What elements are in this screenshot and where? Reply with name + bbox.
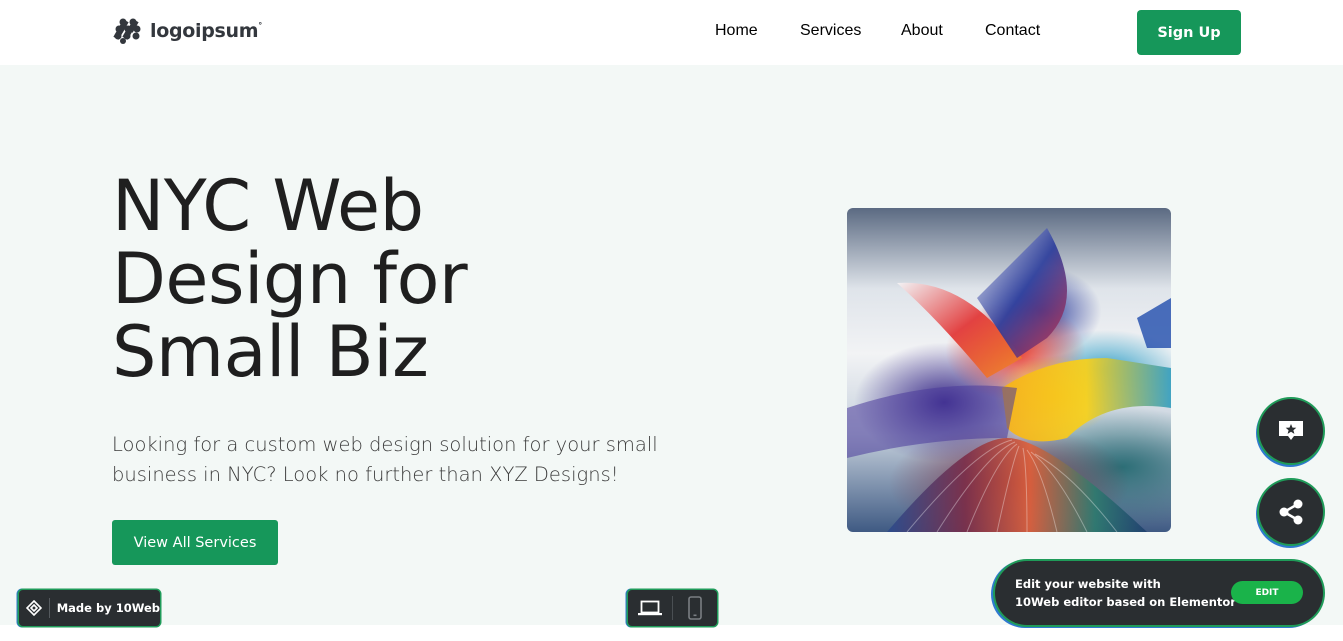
- desktop-view-button[interactable]: [628, 590, 672, 626]
- hero-description: Looking for a custom web design solution…: [112, 433, 658, 486]
- share-button[interactable]: [1259, 480, 1323, 544]
- editor-promo-line: Edit your website with: [1015, 577, 1161, 591]
- edit-button[interactable]: EDIT: [1231, 581, 1303, 604]
- made-by-label: Made by 10Web: [56, 601, 160, 615]
- logo-icon: [113, 18, 141, 44]
- view-all-services-button[interactable]: View All Services: [112, 520, 278, 565]
- review-star-icon: [1279, 421, 1303, 440]
- sign-up-button[interactable]: Sign Up: [1137, 10, 1241, 55]
- laptop-icon: [638, 600, 662, 616]
- mobile-view-button[interactable]: [673, 590, 717, 626]
- review-button[interactable]: [1259, 399, 1323, 463]
- hero-section: NYC Web Design for Small Biz Looking for…: [0, 65, 1343, 625]
- hero-title-line: Small Biz: [112, 311, 429, 393]
- logo-text: logoipsum°: [150, 20, 262, 42]
- site-header: logoipsum° Home Services About Contact S…: [0, 0, 1343, 65]
- editor-promo-bar: Edit your website with 10Web editor base…: [995, 561, 1323, 625]
- nav-contact[interactable]: Contact: [985, 22, 1040, 40]
- nav-services[interactable]: Services: [800, 22, 861, 40]
- editor-promo-line: 10Web editor based on Elementor: [1015, 595, 1236, 609]
- nav-about[interactable]: About: [901, 22, 943, 40]
- mobile-icon: [688, 596, 702, 620]
- editor-promo-text: Edit your website with 10Web editor base…: [1015, 575, 1236, 611]
- hero-title-line: Design for: [112, 238, 468, 320]
- nav-home[interactable]: Home: [715, 22, 758, 40]
- hero-image: [847, 208, 1171, 532]
- device-switcher: [628, 590, 717, 626]
- made-by-10web-badge[interactable]: Made by 10Web: [19, 590, 160, 626]
- hero-title: NYC Web Design for Small Biz: [112, 170, 632, 389]
- share-icon: [1279, 499, 1303, 525]
- divider: [48, 598, 50, 618]
- hero-image-art: [847, 228, 1171, 532]
- hero-title-line: NYC Web: [112, 165, 424, 247]
- logo[interactable]: logoipsum°: [113, 18, 262, 44]
- 10web-logo-icon: [19, 600, 49, 616]
